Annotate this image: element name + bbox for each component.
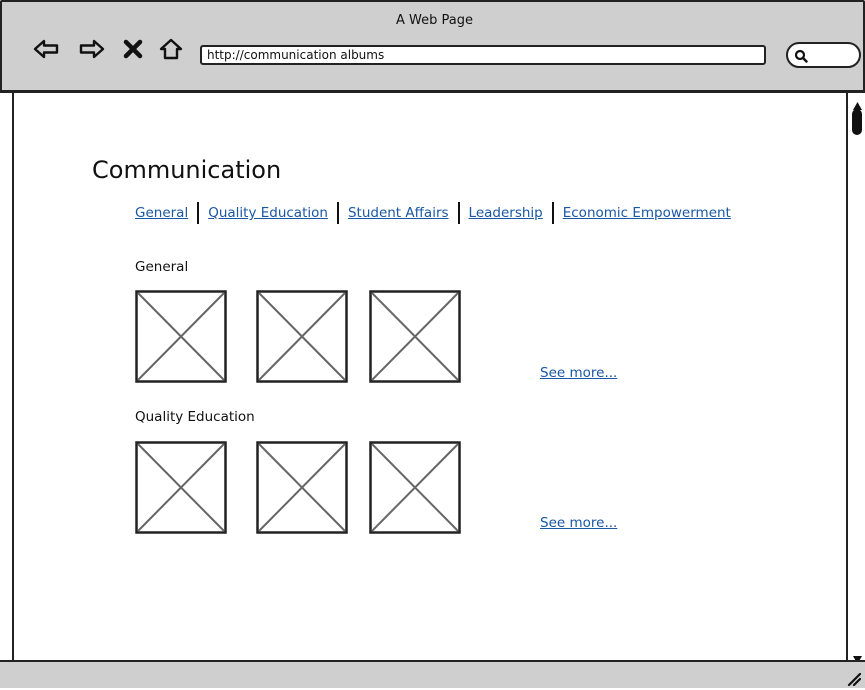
album-thumbnail[interactable] xyxy=(256,290,348,383)
search-input[interactable] xyxy=(786,42,861,68)
back-arrow-icon[interactable] xyxy=(32,37,60,61)
section-label-general: General xyxy=(135,259,189,275)
section-label-quality-education: Quality Education xyxy=(135,409,255,425)
see-more-link-general[interactable]: See more... xyxy=(540,365,617,381)
tab-student-affairs[interactable]: Student Affairs xyxy=(348,205,449,221)
tab-divider xyxy=(336,202,339,224)
scroll-up-arrow-icon[interactable] xyxy=(853,95,862,110)
forward-arrow-icon[interactable] xyxy=(78,37,106,61)
see-more-link-quality-education[interactable]: See more... xyxy=(540,515,617,531)
page-content: Communication General Quality Education … xyxy=(12,93,848,660)
resize-grip-icon[interactable] xyxy=(845,670,862,687)
album-thumbnail[interactable] xyxy=(135,441,227,534)
home-icon[interactable] xyxy=(158,37,184,61)
tab-leadership[interactable]: Leadership xyxy=(469,205,543,221)
tab-general[interactable]: General xyxy=(135,205,188,221)
scroll-down-arrow-icon[interactable] xyxy=(853,649,862,664)
url-input[interactable]: http://communication albums xyxy=(200,45,766,65)
browser-chrome: A Web Page http://communication albums xyxy=(0,0,865,93)
scroll-thumb[interactable] xyxy=(852,109,862,135)
status-bar xyxy=(0,660,865,688)
category-tabs: General Quality Education Student Affair… xyxy=(135,202,731,224)
page-title: Communication xyxy=(92,156,282,184)
tab-quality-education[interactable]: Quality Education xyxy=(208,205,328,221)
tab-divider xyxy=(551,202,554,224)
tab-divider xyxy=(457,202,460,224)
album-thumbnail[interactable] xyxy=(135,290,227,383)
window-title: A Web Page xyxy=(396,13,473,28)
album-thumbnail[interactable] xyxy=(369,441,461,534)
vertical-scrollbar[interactable] xyxy=(846,93,865,664)
tab-economic-empowerment[interactable]: Economic Empowerment xyxy=(563,205,731,221)
tab-divider xyxy=(197,202,200,224)
close-x-icon[interactable] xyxy=(122,37,144,61)
album-thumbnail[interactable] xyxy=(256,441,348,534)
search-icon xyxy=(794,48,808,63)
browser-window: A Web Page http://communication albums C… xyxy=(0,0,865,688)
album-thumbnail[interactable] xyxy=(369,290,461,383)
